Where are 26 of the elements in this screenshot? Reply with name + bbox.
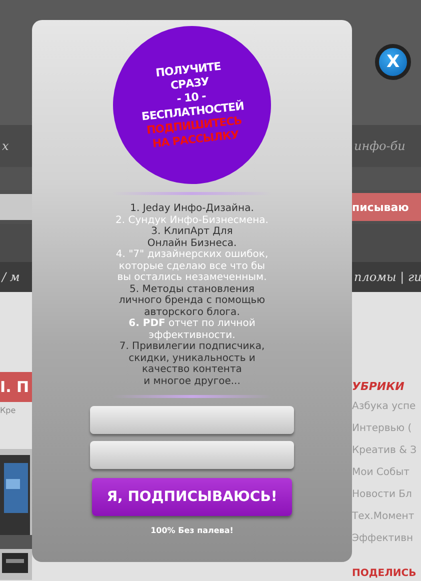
badge-text: СРАЗУ	[170, 75, 210, 92]
sidebar-link[interactable]: Интервью (	[352, 423, 421, 437]
sidebar-link[interactable]: Тех.Момент	[352, 511, 421, 525]
menu-link[interactable]: пломы | ги	[352, 270, 421, 284]
benefit-text: 1. Jeday Инфо-Дизайна.	[130, 203, 254, 214]
sidebar-link[interactable]: Новости Бл	[352, 489, 421, 503]
menu-link[interactable]: / м	[0, 270, 22, 284]
benefit-text: 6. PDF отчет по личной эффективности.	[128, 318, 256, 341]
sidebar-heading: УБРИКИ	[352, 380, 406, 393]
benefit-text: 7. Привилегии подписчика, скидки, уникальность и качество контента и многое другое...	[119, 341, 265, 387]
post-title: I. П	[0, 372, 32, 402]
sidebar-link[interactable]: Креатив & З	[352, 445, 421, 459]
share-heading: ПОДЕЛИСЬ	[352, 568, 418, 579]
badge-text: - 10 -	[176, 90, 206, 106]
sidebar-link[interactable]: Азбука успе	[352, 401, 421, 415]
subscribe-link[interactable]: писываю	[350, 193, 421, 221]
benefit-text: 4. "7" дизайнерских ошибок, которые сделаю все что бы вы остались незамеченным.	[116, 249, 268, 284]
nav-link[interactable]: х	[0, 139, 11, 153]
sidebar-link[interactable]: Эффективн	[352, 533, 421, 547]
nav-link[interactable]: инфо-би	[352, 139, 408, 153]
benefit-text: 5. Методы становления личного бренда с помощью авторского блога.	[118, 284, 266, 318]
benefit-text: 3. КлипАрт Для Онлайн Бизнеса.	[147, 226, 237, 249]
guarantee-note: 100% Без палева!	[150, 526, 234, 535]
subscribe-button[interactable]: Я, ПОДПИСЫВАЮСЬ!	[92, 478, 292, 516]
post-meta: Кре	[0, 406, 17, 415]
sidebar-link[interactable]: Мои Событ	[352, 467, 421, 481]
